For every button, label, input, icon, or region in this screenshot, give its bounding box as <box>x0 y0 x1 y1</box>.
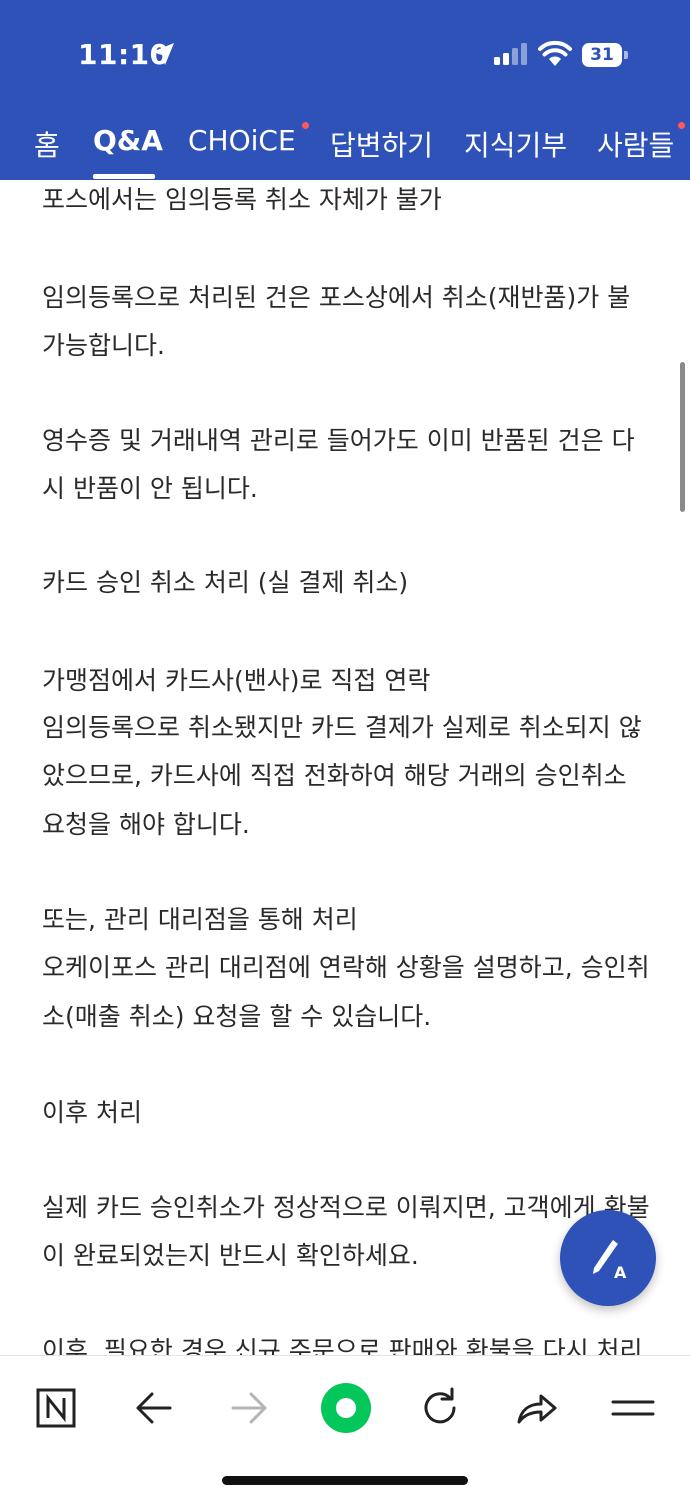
answer-line: 이후, 필요한 경우 신규 주문으로 판매와 환불을 다시 처리 <box>42 1336 643 1355</box>
status-bar: 11:10 31 <box>0 0 690 100</box>
answer-line: 또는, 관리 대리점을 통해 처리 <box>42 905 358 934</box>
battery-level-text: 31 <box>590 45 614 65</box>
answer-line: 시 반품이 안 됩니다. <box>42 474 258 503</box>
refresh-icon[interactable] <box>410 1378 470 1438</box>
forward-arrow-icon[interactable] <box>219 1378 279 1438</box>
answer-line: 임의등록으로 처리된 건은 포스상에서 취소(재반품)가 불 <box>42 283 631 312</box>
answer-line: 오케이포스 관리 대리점에 연락해 상황을 설명하고, 승인취 <box>42 953 650 982</box>
svg-text:A: A <box>614 1263 627 1280</box>
answer-line: 포스에서는 임의등록 취소 자체가 불가 <box>42 185 442 214</box>
answer-line: 가능합니다. <box>42 331 165 360</box>
category-tabs: 홈 Q&A CHOiCE 답변하기 지식기부 사람들 <box>0 118 690 180</box>
cellular-signal-icon <box>494 43 527 65</box>
battery-indicator: 31 <box>582 43 628 67</box>
answer-line: 가맹점에서 카드사(밴사)로 직접 연락 <box>42 666 431 695</box>
wifi-icon <box>538 40 572 66</box>
tab-knowledge-donation[interactable]: 지식기부 <box>464 124 567 164</box>
answer-content: 포스에서는 임의등록 취소 자체가 불가 임의등록으로 처리된 건은 포스상에서… <box>0 180 690 1355</box>
green-dot-icon[interactable] <box>316 1378 376 1438</box>
write-answer-button[interactable]: A <box>560 1210 656 1306</box>
home-indicator[interactable] <box>222 1476 468 1485</box>
naver-home-icon[interactable] <box>26 1378 86 1438</box>
location-arrow-icon <box>152 43 174 65</box>
answer-line: 았으므로, 카드사에 직접 전화하여 해당 거래의 승인취소 <box>42 761 627 790</box>
answer-line: 소(매출 취소) 요청을 할 수 있습니다. <box>42 1002 432 1031</box>
scrollbar[interactable] <box>680 362 685 512</box>
write-answer-icon: A <box>593 1240 627 1280</box>
answer-line: 카드 승인 취소 처리 (실 결제 취소) <box>42 568 409 597</box>
people-notification-dot <box>678 122 685 129</box>
answer-line: 영수증 및 거래내역 관리로 들어가도 이미 반품된 건은 다 <box>42 426 635 455</box>
tab-answer[interactable]: 답변하기 <box>330 124 433 164</box>
answer-line: 요청을 해야 합니다. <box>42 810 250 839</box>
active-tab-indicator <box>93 174 155 179</box>
answer-line: 실제 카드 승인취소가 정상적으로 이뤄지면, 고객에게 환불 <box>42 1193 650 1222</box>
app-header: 11:10 31 홈 Q&A CHOiCE 답변하기 지식기부 사람들 <box>0 0 690 180</box>
tab-choice[interactable]: CHOiCE <box>188 124 296 157</box>
answer-line: 임의등록으로 취소됐지만 카드 결제가 실제로 취소되지 않 <box>42 713 642 742</box>
share-icon[interactable] <box>507 1378 567 1438</box>
tab-people[interactable]: 사람들 <box>597 124 674 164</box>
tab-home[interactable]: 홈 <box>34 124 60 164</box>
menu-icon[interactable] <box>603 1378 663 1438</box>
answer-line: 이후 처리 <box>42 1098 142 1127</box>
back-arrow-icon[interactable] <box>124 1378 184 1438</box>
battery-tip <box>624 51 628 59</box>
tab-qna[interactable]: Q&A <box>93 124 163 157</box>
choice-notification-dot <box>302 122 309 129</box>
